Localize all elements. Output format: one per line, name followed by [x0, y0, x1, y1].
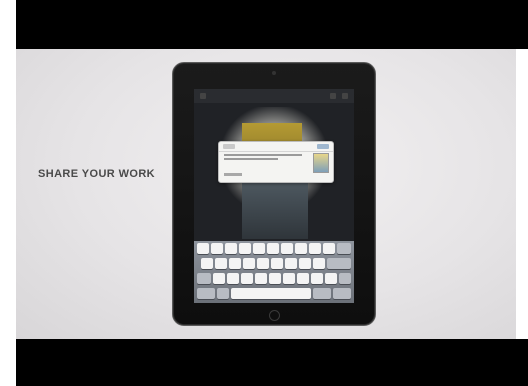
numbers-key[interactable] — [313, 288, 331, 299]
key[interactable] — [213, 273, 225, 284]
key[interactable] — [323, 243, 335, 254]
key[interactable] — [271, 258, 283, 269]
share-dialog — [218, 141, 334, 183]
key[interactable] — [269, 273, 281, 284]
key[interactable] — [313, 258, 325, 269]
toolbar-back-icon[interactable] — [200, 93, 206, 99]
key[interactable] — [255, 273, 267, 284]
key[interactable] — [241, 273, 253, 284]
tablet-device — [172, 62, 376, 326]
key[interactable] — [325, 273, 337, 284]
key[interactable] — [211, 243, 223, 254]
keyboard-row-4 — [194, 288, 354, 300]
key[interactable] — [267, 243, 279, 254]
key[interactable] — [229, 258, 241, 269]
key[interactable] — [283, 273, 295, 284]
numbers-key[interactable] — [197, 288, 215, 299]
shift-key[interactable] — [339, 273, 351, 284]
hide-keyboard-key[interactable] — [333, 288, 351, 299]
backspace-key[interactable] — [337, 243, 351, 254]
key[interactable] — [201, 258, 213, 269]
toolbar-share-icon[interactable] — [330, 93, 336, 99]
onscreen-keyboard — [194, 241, 354, 303]
tablet-screen — [194, 89, 354, 303]
send-button[interactable] — [317, 144, 329, 149]
key[interactable] — [225, 243, 237, 254]
key[interactable] — [285, 258, 297, 269]
keyboard-row-3 — [194, 273, 354, 285]
key[interactable] — [295, 243, 307, 254]
globe-key[interactable] — [217, 288, 229, 299]
key[interactable] — [257, 258, 269, 269]
key[interactable] — [239, 243, 251, 254]
letterbox-bottom — [16, 339, 528, 386]
cancel-button[interactable] — [223, 144, 235, 149]
keyboard-row-2 — [194, 258, 354, 270]
shift-key[interactable] — [197, 273, 211, 284]
key[interactable] — [215, 258, 227, 269]
key[interactable] — [309, 243, 321, 254]
share-dialog-header — [219, 142, 333, 152]
key[interactable] — [227, 273, 239, 284]
keyboard-row-1 — [194, 243, 354, 255]
key[interactable] — [299, 258, 311, 269]
add-location-button[interactable] — [224, 173, 242, 176]
promo-caption: SHARE YOUR WORK — [38, 168, 156, 180]
app-toolbar — [194, 89, 354, 103]
key[interactable] — [297, 273, 309, 284]
home-button-icon[interactable] — [269, 310, 280, 321]
key[interactable] — [253, 243, 265, 254]
key[interactable] — [311, 273, 323, 284]
space-bar[interactable] — [231, 288, 311, 299]
return-key[interactable] — [327, 258, 351, 269]
key[interactable] — [281, 243, 293, 254]
letterbox-top — [16, 0, 528, 49]
attachment-thumbnail — [313, 153, 329, 173]
key[interactable] — [243, 258, 255, 269]
message-input[interactable] — [224, 154, 304, 162]
key[interactable] — [197, 243, 209, 254]
toolbar-gear-icon[interactable] — [342, 93, 348, 99]
camera-icon — [272, 71, 276, 75]
artwork-dark — [242, 179, 308, 239]
